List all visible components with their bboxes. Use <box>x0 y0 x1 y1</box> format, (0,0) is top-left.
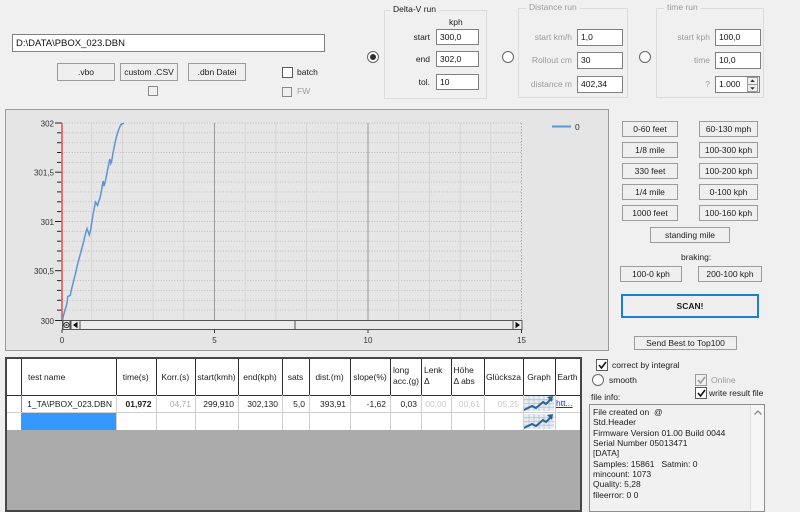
svg-text:15: 15 <box>517 336 526 345</box>
svg-text:0: 0 <box>60 336 65 345</box>
svg-text:301: 301 <box>41 218 55 227</box>
svg-text:10: 10 <box>364 336 373 345</box>
svg-text:300: 300 <box>41 317 55 326</box>
svg-text:300,5: 300,5 <box>34 267 55 276</box>
svg-text:0: 0 <box>575 122 580 132</box>
svg-text:301,5: 301,5 <box>34 169 55 178</box>
svg-text:5: 5 <box>212 336 217 345</box>
svg-text:302: 302 <box>41 120 55 129</box>
